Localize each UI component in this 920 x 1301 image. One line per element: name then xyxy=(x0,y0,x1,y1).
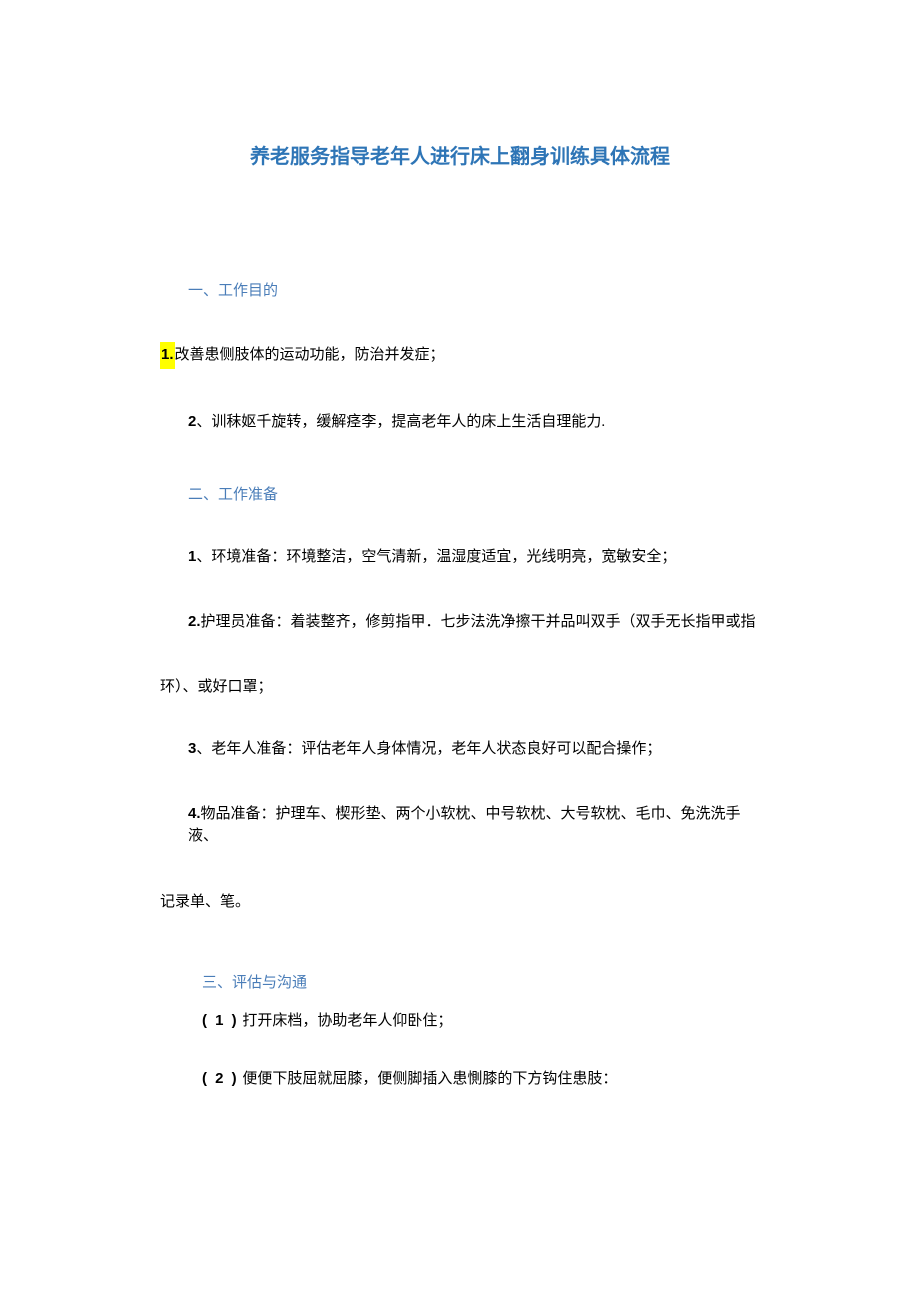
s1-i2-text: 、训秣妪千旋转，缓解痉李，提高老年人的床上生活自理能力. xyxy=(196,414,605,430)
s2-item-2-wrap: 环）、或好口罩； xyxy=(0,675,760,696)
s1-item-1: 1.改善患侧肢体的运动功能，防治并发症； xyxy=(160,342,760,369)
s2-i4-num: 4. xyxy=(188,805,201,822)
s3-i2-num: ( 2 ) xyxy=(202,1070,239,1087)
s1-i1-num: 1. xyxy=(160,342,175,369)
s3-i2-text: 便便下肢屈就屈膝，便侧脚插入患惻膝的下方钩住患肢： xyxy=(239,1071,618,1087)
s3-item-1: ( 1 ) 打开床档，协助老年人仰卧住； xyxy=(202,1010,760,1033)
s1-item-2: 2、训秣妪千旋转，缓解痉李，提高老年人的床上生活自理能力. xyxy=(188,411,760,434)
s2-i3-text: 、老年人准备：评估老年人身体情况，老年人状态良好可以配合操作； xyxy=(196,741,661,757)
s2-i2-text: 护理员准备：着装整齐，修剪指甲．七步法洗净擦干并品叫双手（双手无长指甲或指 xyxy=(201,614,756,630)
s3-i1-text: 打开床档，协助老年人仰卧住； xyxy=(239,1013,453,1029)
s2-item-4-wrap: 记录单、笔。 xyxy=(0,890,760,911)
s1-i1-text: 改善患侧肢体的运动功能，防治并发症； xyxy=(175,347,445,363)
s2-item-4: 4.物品准备：护理车、楔形垫、两个小软枕、中号软枕、大号软枕、毛巾、免洗洗手液、 xyxy=(188,803,760,848)
s2-item-3: 3、老年人准备：评估老年人身体情况，老年人状态良好可以配合操作； xyxy=(188,738,760,761)
page-title: 养老服务指导老年人进行床上翻身训练具体流程 xyxy=(160,140,760,169)
section-heading-1: 一、工作目的 xyxy=(188,279,760,300)
s2-i4-text: 物品准备：护理车、楔形垫、两个小软枕、中号软枕、大号软枕、毛巾、免洗洗手液、 xyxy=(188,806,741,845)
s2-item-2: 2.护理员准备：着装整齐，修剪指甲．七步法洗净擦干并品叫双手（双手无长指甲或指 xyxy=(188,611,760,634)
s2-i1-text: 、环境准备：环境整洁，空气清新，温湿度适宜，光线明亮，宽敏安全； xyxy=(196,549,676,565)
s3-item-2: ( 2 ) 便便下肢屈就屈膝，便侧脚插入患惻膝的下方钩住患肢： xyxy=(202,1068,760,1091)
s2-i2-num: 2. xyxy=(188,613,201,630)
document-page: 养老服务指导老年人进行床上翻身训练具体流程 一、工作目的 1.改善患侧肢体的运动… xyxy=(0,0,920,1187)
section-heading-2: 二、工作准备 xyxy=(188,483,760,504)
section-heading-3: 三、评估与沟通 xyxy=(202,971,760,992)
s3-i1-num: ( 1 ) xyxy=(202,1012,239,1029)
s2-item-1: 1、环境准备：环境整洁，空气清新，温湿度适宜，光线明亮，宽敏安全； xyxy=(188,546,760,569)
